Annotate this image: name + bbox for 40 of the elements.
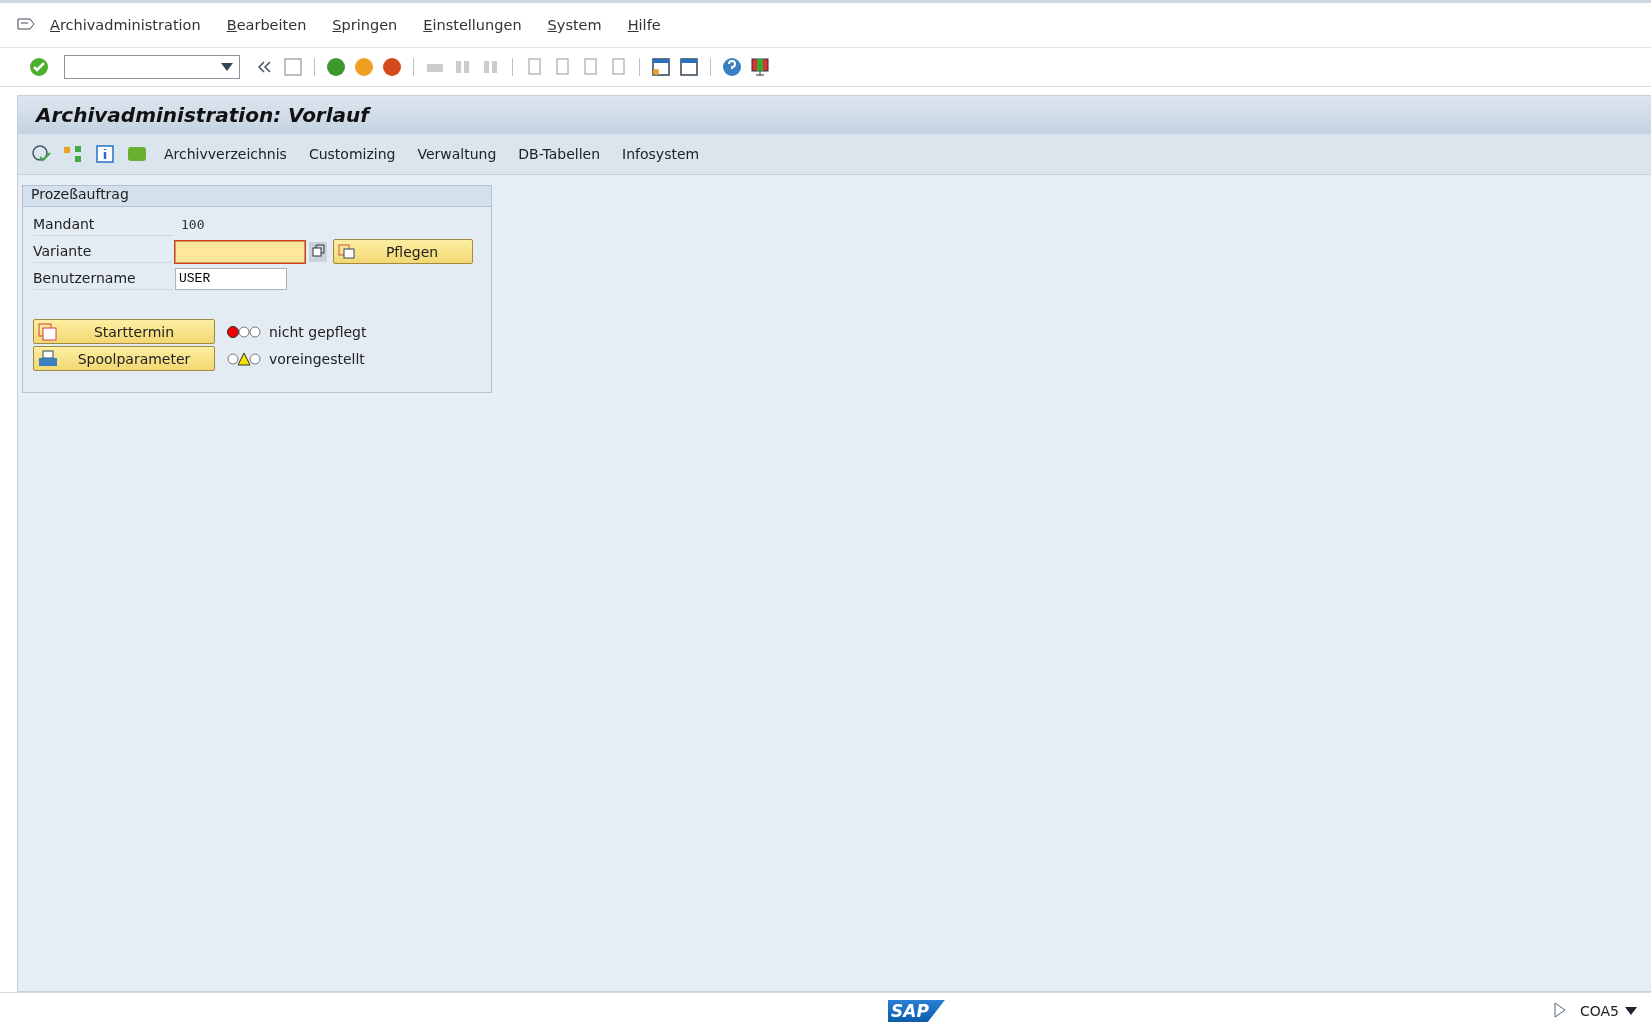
menu-item[interactable]: Archivadministration: [50, 17, 201, 33]
screen-title: Archivadministration: Vorlauf: [36, 103, 370, 127]
toolbar-button[interactable]: Verwaltung: [411, 146, 503, 162]
input-field[interactable]: USER: [175, 267, 287, 290]
status-text: nicht gepflegt: [269, 323, 367, 340]
toolbar-button[interactable]: Archivverzeichnis: [158, 146, 293, 162]
status-text: voreingestellt: [269, 350, 365, 367]
field-label: Variante: [33, 240, 173, 263]
transaction-code[interactable]: COA5: [1579, 1003, 1619, 1019]
copy-icon: [338, 243, 356, 260]
field-label: Mandant: [33, 213, 173, 236]
maintain-button[interactable]: Pflegen: [333, 239, 473, 264]
action-button[interactable]: Starttermin: [33, 319, 215, 344]
monitor-icon[interactable]: [749, 56, 771, 78]
menu-item[interactable]: System: [547, 17, 602, 33]
required-input-field[interactable]: [175, 240, 305, 263]
menu-item[interactable]: Einstellungen: [423, 17, 522, 33]
sap-logo: SAP: [888, 1000, 945, 1022]
value-help-icon[interactable]: [309, 241, 327, 262]
panel-title: Prozeßauftrag: [23, 186, 491, 207]
play-icon[interactable]: [1553, 1001, 1566, 1018]
dropdown-arrow-icon[interactable]: [221, 63, 233, 71]
field-label: Benutzername: [33, 267, 173, 290]
toolbar-button[interactable]: DB-Tabellen: [512, 146, 607, 162]
help-icon[interactable]: [721, 56, 743, 78]
printer-icon: [38, 349, 58, 368]
menu-item[interactable]: Hilfe: [627, 17, 661, 33]
window-icon[interactable]: [650, 56, 672, 78]
menu-icon[interactable]: [16, 17, 36, 33]
command-field[interactable]: [64, 55, 240, 79]
dropdown-arrow-icon[interactable]: [1625, 1007, 1637, 1015]
menu-item[interactable]: Springen: [332, 17, 398, 33]
info-icon[interactable]: [94, 143, 116, 165]
check-icon[interactable]: [28, 56, 50, 78]
menu-item[interactable]: Bearbeiten: [226, 17, 307, 33]
field-value: 100: [181, 217, 205, 232]
action-button[interactable]: Spoolparameter: [33, 346, 215, 371]
toolbar-button[interactable]: Customizing: [302, 146, 402, 162]
shortcut-icon[interactable]: [678, 56, 700, 78]
toolbar-button[interactable]: Infosystem: [616, 146, 706, 162]
